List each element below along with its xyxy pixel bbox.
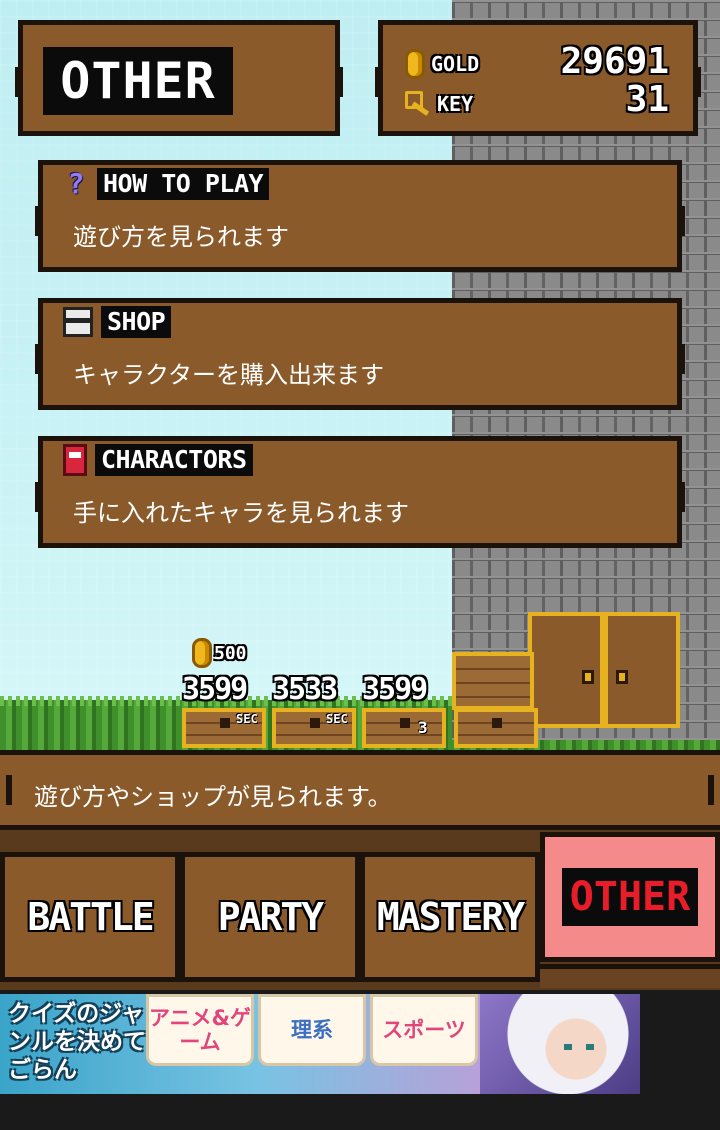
menu-item-shop[interactable]: SHOP キャラクターを購入出来ます bbox=[35, 298, 685, 410]
reward-amount: 500 bbox=[214, 642, 247, 664]
door-knob-icon bbox=[582, 670, 594, 684]
menu-item-description: 遊び方を見られます bbox=[73, 223, 289, 251]
tower-door-left bbox=[528, 612, 604, 728]
tower-door-right bbox=[604, 612, 680, 728]
message-text: 遊び方やショップが見られます。 bbox=[34, 783, 392, 811]
gold-value: 29691 bbox=[560, 41, 669, 82]
page-title-plate: OTHER bbox=[43, 47, 233, 115]
tab-mastery[interactable]: MASTERY bbox=[360, 852, 540, 982]
key-count: 3 bbox=[418, 718, 428, 737]
menu-item-header: ? HOW TO PLAY bbox=[63, 167, 270, 201]
menu-item-charactors[interactable]: CHARACTORS 手に入れたキャラを見られます bbox=[35, 436, 685, 548]
page-title: OTHER bbox=[60, 52, 216, 110]
ad-card-sports: スポーツ bbox=[370, 994, 478, 1066]
ad-character-image bbox=[480, 994, 640, 1094]
gold-reward: 500 bbox=[192, 636, 247, 670]
tab-label: MASTERY bbox=[376, 895, 525, 939]
menu-item-description: 手に入れたキャラを見られます bbox=[73, 499, 409, 527]
menu-item-title: CHARACTORS bbox=[95, 444, 253, 476]
menu-item-header: SHOP bbox=[63, 305, 172, 339]
tab-label: BATTLE bbox=[27, 895, 154, 939]
menu-item-description: キャラクターを購入出来ます bbox=[73, 361, 385, 389]
coin-icon bbox=[192, 638, 212, 668]
chest-timer: 3599 bbox=[362, 672, 428, 707]
menu-item-title: SHOP bbox=[101, 306, 172, 338]
ad-banner[interactable]: クイズのジャンルを決めてごらん アニメ&ゲーム 理系 スポーツ bbox=[0, 994, 640, 1094]
question-icon: ? bbox=[67, 167, 85, 200]
lock-icon bbox=[400, 718, 410, 728]
menu-item-how-to-play[interactable]: ? HOW TO PLAY 遊び方を見られます bbox=[35, 160, 685, 272]
tab-other[interactable]: OTHER bbox=[540, 832, 720, 962]
ad-headline: クイズのジャンルを決めてごらん bbox=[8, 1001, 146, 1083]
message-bar: 遊び方やショップが見られます。 bbox=[0, 750, 720, 830]
ad-card-anime-game: アニメ&ゲーム bbox=[146, 994, 254, 1066]
key-label: KEY bbox=[437, 92, 474, 116]
treasure-chest-3[interactable] bbox=[362, 708, 446, 748]
chest-timer-unit: SEC bbox=[236, 712, 258, 726]
menu-item-title: HOW TO PLAY bbox=[97, 168, 270, 200]
tab-label: PARTY bbox=[217, 895, 324, 939]
chest-timer-unit: SEC bbox=[326, 712, 348, 726]
tab-battle[interactable]: BATTLE bbox=[0, 852, 180, 982]
page-title-panel: OTHER bbox=[15, 20, 343, 136]
tab-party[interactable]: PARTY bbox=[180, 852, 360, 982]
gold-label: GOLD bbox=[431, 52, 480, 76]
door-knob-icon bbox=[616, 670, 628, 684]
lock-icon bbox=[310, 718, 320, 728]
gold-row: GOLD bbox=[405, 47, 479, 81]
chest-timer: 3599 bbox=[182, 672, 248, 707]
treasure-chest-4[interactable] bbox=[454, 708, 538, 748]
key-value: 31 bbox=[625, 79, 669, 120]
shop-icon bbox=[63, 307, 93, 337]
menu-item-header: CHARACTORS bbox=[63, 443, 253, 477]
active-tab-base bbox=[540, 964, 720, 988]
coin-icon bbox=[405, 49, 425, 79]
book-icon bbox=[63, 444, 87, 476]
ad-card-science: 理系 bbox=[258, 994, 366, 1066]
lock-icon bbox=[220, 718, 230, 728]
chest-timer: 3533 bbox=[272, 672, 338, 707]
key-row: KEY bbox=[405, 87, 473, 121]
bottom-nav: BATTLE PARTY MASTERY OTHER bbox=[0, 830, 720, 990]
lock-icon bbox=[492, 718, 502, 728]
resource-panel: GOLD 29691 KEY 31 bbox=[375, 20, 701, 136]
key-icon bbox=[405, 91, 431, 117]
tab-label: OTHER bbox=[561, 868, 699, 926]
wooden-crate bbox=[452, 652, 534, 710]
